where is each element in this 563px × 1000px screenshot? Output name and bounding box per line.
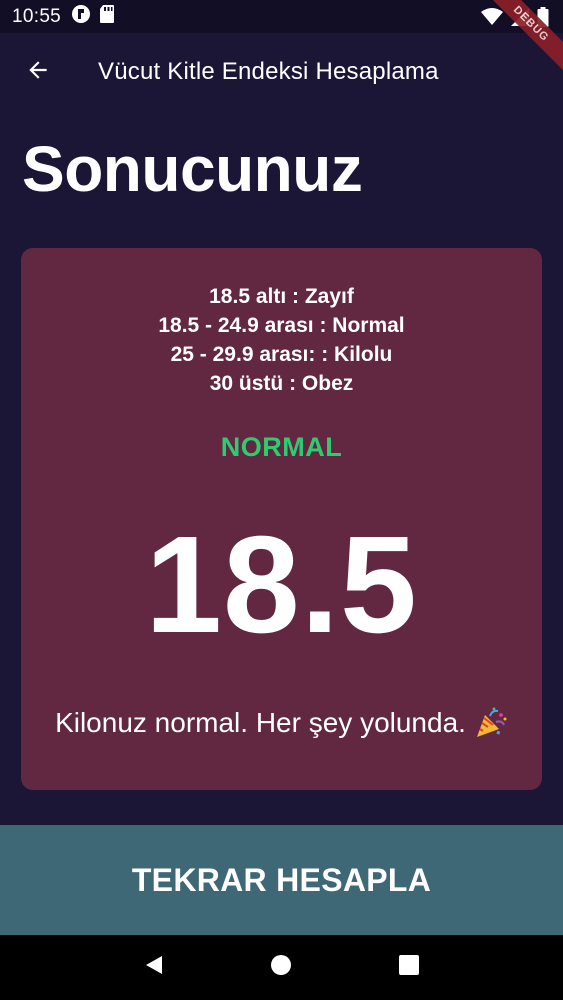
arrow-left-icon: [25, 57, 51, 88]
status-bar: 10:55 DEBUG: [0, 0, 563, 74]
bmi-status-label: NORMAL: [220, 432, 343, 462]
range-underweight: 18.5 altı : Zayıf: [209, 285, 354, 308]
recalculate-button-label: TEKRAR HESAPLA: [131, 861, 432, 898]
app-bar-title: Vücut Kitle Endeksi Hesaplama: [98, 58, 439, 85]
notification-icon: [71, 4, 91, 29]
result-card: 18.5 altı : Zayıf 18.5 - 24.9 arası : No…: [21, 248, 542, 790]
status-time: 10:55: [12, 5, 62, 27]
recalculate-button[interactable]: TEKRAR HESAPLA: [0, 825, 563, 935]
nav-back-button[interactable]: [134, 948, 174, 988]
nav-home-button[interactable]: [261, 948, 301, 988]
bmi-comment: Kilonuz normal. Her şey yolunda.: [55, 707, 466, 738]
nav-recents-button[interactable]: [389, 948, 429, 988]
triangle-back-icon: [143, 954, 165, 981]
circle-home-icon: [270, 954, 292, 981]
system-nav-bar: [0, 935, 563, 1000]
bmi-ranges-list: 18.5 altı : Zayıf 18.5 - 24.9 arası : No…: [21, 282, 542, 398]
page-title: Sonucunuz: [22, 133, 363, 205]
comment-row: Kilonuz normal. Her şey yolunda.: [21, 706, 542, 740]
back-button[interactable]: [0, 33, 76, 111]
wifi-icon: [481, 8, 503, 31]
party-popper-icon: [474, 706, 508, 740]
bmi-value: 18.5: [145, 508, 418, 662]
range-obese: 30 üstü : Obez: [209, 372, 354, 395]
square-recents-icon: [398, 954, 420, 981]
range-overweight: 25 - 29.9 arası: : Kilolu: [170, 343, 393, 366]
app-bar: Vücut Kitle Endeksi Hesaplama: [0, 33, 563, 111]
sd-card-icon: [99, 4, 115, 29]
app-screen: 10:55 DEBUG Vücut Kitle Endeksi Hesaplam…: [0, 0, 563, 1000]
range-normal: 18.5 - 24.9 arası : Normal: [158, 314, 405, 337]
